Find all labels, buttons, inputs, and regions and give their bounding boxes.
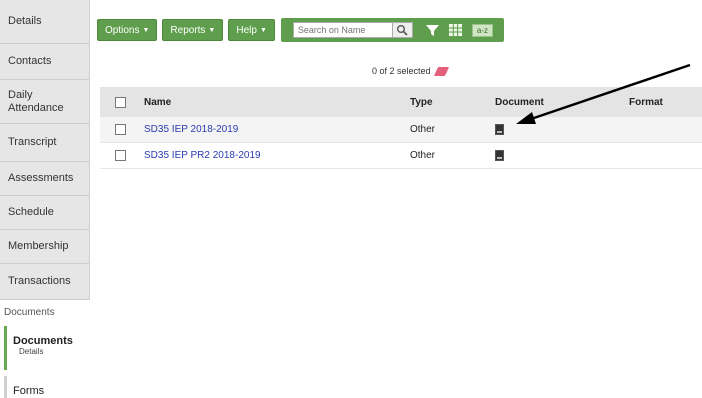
annotation-arrow — [516, 63, 691, 124]
